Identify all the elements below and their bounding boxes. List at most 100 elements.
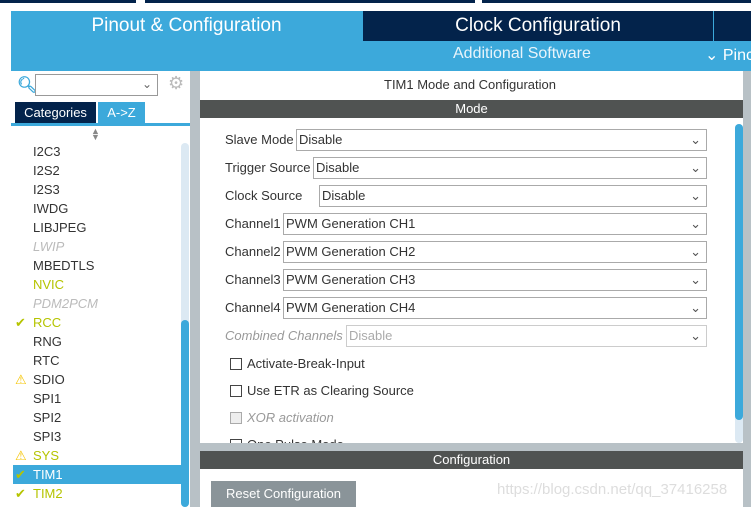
splitter-horizontal[interactable] [200, 443, 743, 451]
checkbox-label: XOR activation [247, 410, 334, 425]
field-label: Combined Channels [225, 328, 343, 343]
field-value: Disable [322, 188, 366, 203]
chevron-down-icon: ⌄ [705, 47, 723, 64]
gear-icon[interactable]: ⚙ [168, 73, 184, 94]
field-select[interactable]: PWM Generation CH2 ⌄ [283, 241, 707, 263]
tab-pinout-view[interactable]: ⌄ Pinc [705, 45, 751, 65]
reset-configuration-button[interactable]: Reset Configuration [211, 481, 356, 507]
list-item-label: I2S3 [33, 182, 60, 197]
list-item[interactable]: I2C3 [13, 142, 181, 161]
list-item[interactable]: SPI3 [13, 427, 181, 446]
field-select[interactable]: PWM Generation CH1 ⌄ [283, 213, 707, 235]
list-item-label: I2C3 [33, 144, 61, 159]
list-item-label: SYS [33, 448, 60, 463]
field-row: Channel2 PWM Generation CH2 ⌄ [225, 241, 707, 263]
field-select[interactable]: Disable ⌄ [296, 129, 707, 151]
list-item[interactable]: ✔ TIM1 [13, 465, 181, 484]
checkbox[interactable] [230, 385, 242, 397]
splitter[interactable] [190, 71, 200, 507]
field-label: Clock Source [225, 188, 303, 203]
list-item[interactable]: NVIC [13, 275, 181, 294]
list-item-label: IWDG [33, 201, 69, 216]
list-item-label: RCC [33, 315, 62, 330]
list-item-label: NVIC [33, 277, 65, 292]
list-item[interactable]: ⚠ SYS [13, 446, 181, 465]
list-item-label: TIM1 [33, 467, 63, 482]
field-select[interactable]: Disable ⌄ [313, 157, 707, 179]
chevron-down-icon: ⌄ [690, 244, 701, 259]
tab-additional-software[interactable]: Additional Software [453, 45, 591, 63]
field-value: PWM Generation CH2 [286, 244, 416, 259]
field-select[interactable]: Disable ⌄ [346, 325, 707, 347]
list-item[interactable]: LIBJPEG [13, 218, 181, 237]
list-item[interactable]: IWDG [13, 199, 181, 218]
field-value: Disable [349, 328, 393, 343]
field-value: PWM Generation CH3 [286, 272, 416, 287]
list-item-label: SPI2 [33, 410, 62, 425]
mode-header: Mode [200, 100, 743, 118]
list-item[interactable]: RTC [13, 351, 181, 370]
warning-icon: ⚠ [15, 448, 27, 463]
chevron-down-icon: ⌄ [690, 328, 701, 343]
list-item[interactable]: I2S3 [13, 180, 181, 199]
mode-scrollbar-thumb[interactable] [735, 124, 743, 420]
tab-more[interactable] [714, 11, 751, 41]
list-item-label: SPI3 [33, 429, 62, 444]
chevron-down-icon: ⌄ [141, 77, 152, 91]
list-item-label: SPI1 [33, 391, 62, 406]
field-row: Trigger Source Disable ⌄ [225, 157, 707, 179]
sort-icon[interactable]: ▲ ▼ [91, 127, 100, 142]
field-label: Channel1 [225, 216, 281, 231]
field-label: Slave Mode [225, 132, 294, 147]
list-item-label: SDIO [33, 372, 65, 387]
list-item[interactable]: ⚠ SDIO [13, 370, 181, 389]
checkbox[interactable] [230, 358, 242, 370]
chevron-down-icon: ⌄ [690, 188, 701, 203]
field-row: Channel4 PWM Generation CH4 ⌄ [225, 297, 707, 319]
field-select[interactable]: PWM Generation CH3 ⌄ [283, 269, 707, 291]
list-item[interactable]: ✔ TIM2 [13, 484, 181, 503]
list-item-label: LWIP [33, 239, 65, 254]
list-item-label: MBEDTLS [33, 258, 95, 273]
chevron-down-icon: ⌄ [690, 160, 701, 175]
list-item-label: RNG [33, 334, 62, 349]
tab-pinout-configuration[interactable]: Pinout & Configuration [11, 11, 362, 41]
field-value: PWM Generation CH1 [286, 216, 416, 231]
field-value: Disable [316, 160, 360, 175]
checkbox-row[interactable]: XOR activation [230, 410, 334, 426]
field-row: Slave Mode Disable ⌄ [225, 129, 707, 151]
chevron-down-icon: ⌄ [690, 132, 701, 147]
list-item[interactable]: SPI1 [13, 389, 181, 408]
chevron-down-icon: ⌄ [690, 216, 701, 231]
watermark: https://blog.csdn.net/qq_37416258 [497, 481, 728, 498]
list-item-label: PDM2PCM [33, 296, 99, 311]
checkbox[interactable] [230, 412, 242, 424]
checkbox-row[interactable]: Activate-Break-Input [230, 356, 365, 372]
collapse-handle[interactable] [743, 71, 751, 507]
field-select[interactable]: Disable ⌄ [319, 185, 707, 207]
tab-categories[interactable]: Categories [15, 102, 96, 124]
tab-a-z[interactable]: A->Z [98, 102, 145, 124]
chevron-down-icon: ⌄ [690, 300, 701, 315]
list-item[interactable]: RNG [13, 332, 181, 351]
tab-clock-configuration[interactable]: Clock Configuration [363, 11, 713, 41]
checkbox-row[interactable]: Use ETR as Clearing Source [230, 383, 414, 399]
field-label: Channel2 [225, 244, 281, 259]
tab-underline [11, 123, 190, 126]
warning-icon: ⚠ [15, 372, 27, 387]
check-icon: ✔ [15, 467, 26, 482]
field-select[interactable]: PWM Generation CH4 ⌄ [283, 297, 707, 319]
list-item[interactable]: ✔ RCC [13, 313, 181, 332]
chevron-down-icon: ⌄ [690, 272, 701, 287]
list-item[interactable]: MBEDTLS [13, 256, 181, 275]
field-value: PWM Generation CH4 [286, 300, 416, 315]
list-item-label: TIM2 [33, 486, 63, 501]
list-scrollbar-thumb[interactable] [181, 320, 189, 507]
list-item[interactable]: I2S2 [13, 161, 181, 180]
search-input[interactable]: ⌄ [35, 74, 158, 96]
list-item[interactable]: SPI2 [13, 408, 181, 427]
list-item[interactable]: PDM2PCM [13, 294, 181, 313]
list-item-label: LIBJPEG [33, 220, 87, 235]
list-item[interactable]: LWIP [13, 237, 181, 256]
list-item-label: I2S2 [33, 163, 60, 178]
